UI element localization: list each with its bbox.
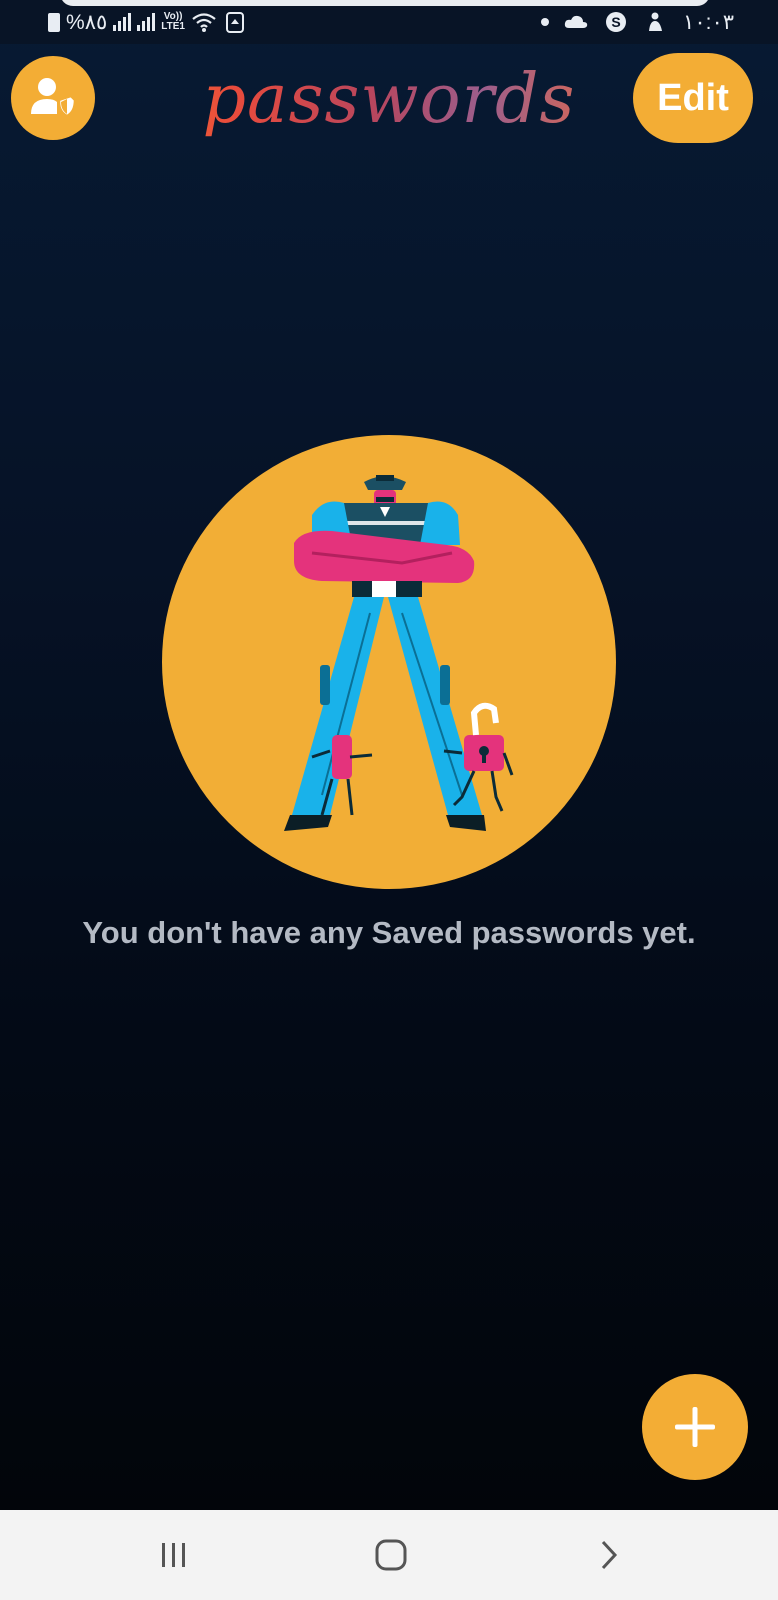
home-button[interactable] (361, 1530, 421, 1580)
recycle-notification-icon (225, 12, 244, 33)
battery-icon (48, 12, 60, 32)
system-navigation-bar (0, 1510, 778, 1600)
plus-icon (675, 1407, 715, 1447)
status-right: S ١٠:٠٣ (541, 10, 734, 34)
empty-state-message: You don't have any Saved passwords yet. (82, 915, 696, 950)
notification-dot (541, 18, 550, 26)
battery-percent: %٨٥ (66, 10, 108, 34)
status-left: %٨٥ Vo)) LTE1 (48, 10, 249, 34)
notification-pill (60, 0, 710, 6)
wifi-icon (192, 13, 216, 32)
recents-button[interactable] (144, 1530, 204, 1580)
signal-icon-2 (137, 13, 156, 31)
security-guard-illustration (284, 475, 514, 831)
lte-indicator: Vo)) LTE1 (161, 11, 185, 32)
svg-text:S: S (611, 14, 620, 30)
edit-button[interactable]: Edit (633, 53, 753, 143)
skype-icon: S (606, 12, 627, 32)
clock: ١٠:٠٣ (683, 10, 734, 34)
home-icon (375, 1539, 407, 1571)
recents-icon (162, 1543, 185, 1567)
app-notification-icon (649, 12, 663, 31)
status-bar: %٨٥ Vo)) LTE1 S ١٠:٠٣ (0, 0, 778, 44)
signal-icon (113, 13, 132, 31)
add-password-button[interactable] (642, 1374, 748, 1480)
cloud-icon (564, 15, 588, 28)
empty-state-illustration (162, 435, 616, 889)
back-icon (601, 1540, 618, 1570)
back-button[interactable] (579, 1530, 639, 1580)
